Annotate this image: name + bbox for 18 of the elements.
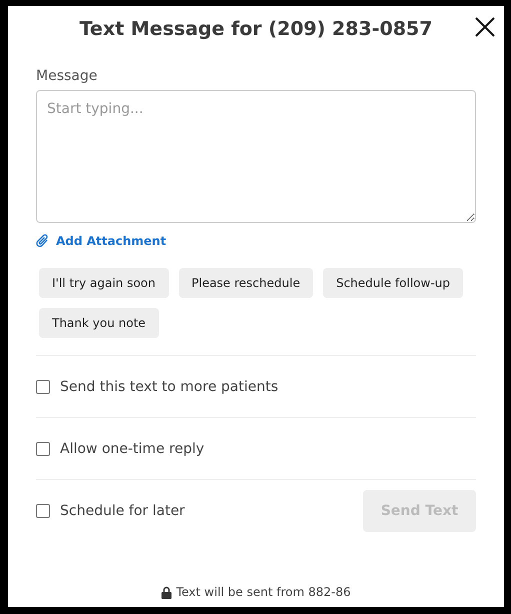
footer-note: Text will be sent from 882-86 xyxy=(176,585,351,599)
quick-reply-button[interactable]: Thank you note xyxy=(39,308,159,338)
field-label: Message xyxy=(36,68,98,84)
checkbox-label: Send this text to more patients xyxy=(60,378,278,394)
checkbox-label: Schedule for later xyxy=(60,502,185,518)
checkbox[interactable] xyxy=(36,442,50,456)
checkbox-label: Allow one-time reply xyxy=(60,440,204,456)
quick-reply-button[interactable]: Schedule follow-up xyxy=(323,268,463,298)
checkbox[interactable] xyxy=(36,380,50,394)
quick-reply-button[interactable]: Please reschedule xyxy=(178,268,314,298)
lock-icon xyxy=(161,586,172,598)
checkbox[interactable] xyxy=(36,504,50,518)
attachment-link[interactable]: Add Attachment xyxy=(36,234,166,248)
message-field[interactable]: Start typing... xyxy=(36,90,476,223)
dialog-title: Text Message for (209) 283-0857 xyxy=(80,17,432,40)
quick-reply-button[interactable]: I'll try again soon xyxy=(39,268,168,298)
paperclip-icon xyxy=(36,234,49,248)
close-button[interactable] xyxy=(474,16,496,38)
